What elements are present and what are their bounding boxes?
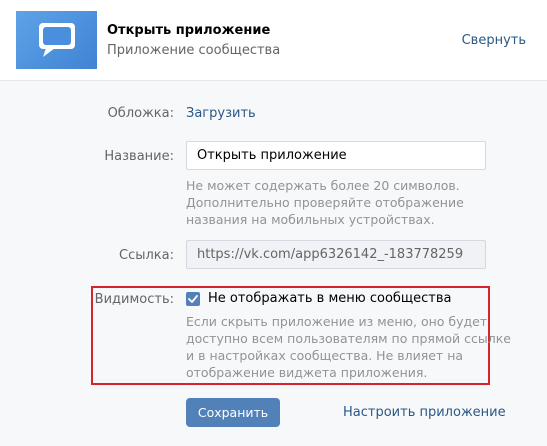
app-link-field[interactable]: https://vk.com/app6326142_-183778259 [186, 240, 486, 269]
name-hint-line: Дополнительно проверяйте отображение [186, 195, 464, 210]
visibility-hint: Если скрыть приложение из меню, оно буде… [186, 313, 511, 381]
app-header: Открыть приложение Приложение сообщества… [0, 0, 547, 80]
upload-cover-link[interactable]: Загрузить [186, 106, 256, 121]
visibility-hint-line: доступно всем пользователям по прямой сс… [186, 331, 511, 346]
visibility-hint-line: и в настройках сообщества. Не влияет на [186, 348, 464, 363]
visibility-label: Видимость: [94, 292, 174, 307]
chat-bubble-icon [39, 23, 75, 57]
cover-label: Обложка: [107, 106, 174, 121]
visibility-hint-line: отображение виджета приложения. [186, 365, 428, 380]
name-input[interactable]: Открыть приложение [186, 141, 486, 170]
app-icon [16, 11, 97, 69]
visibility-hint-line: Если скрыть приложение из меню, оно буде… [186, 314, 488, 329]
hide-from-menu-checkbox[interactable] [186, 292, 200, 306]
collapse-link[interactable]: Свернуть [462, 33, 526, 48]
checkmark-icon [188, 295, 198, 303]
name-hint-line: Не может содержать более 20 символов. [186, 178, 460, 193]
name-hint: Не может содержать более 20 символов. До… [186, 177, 464, 228]
app-title: Открыть приложение [107, 23, 271, 38]
configure-app-link[interactable]: Настроить приложение [343, 405, 506, 420]
name-label: Название: [104, 149, 174, 164]
name-hint-line: названия на мобильных устройствах. [186, 212, 435, 227]
save-button[interactable]: Сохранить [186, 398, 280, 427]
app-subtitle: Приложение сообщества [107, 43, 281, 58]
hide-from-menu-label[interactable]: Не отображать в меню сообщества [208, 291, 452, 306]
link-label: Ссылка: [119, 248, 174, 263]
